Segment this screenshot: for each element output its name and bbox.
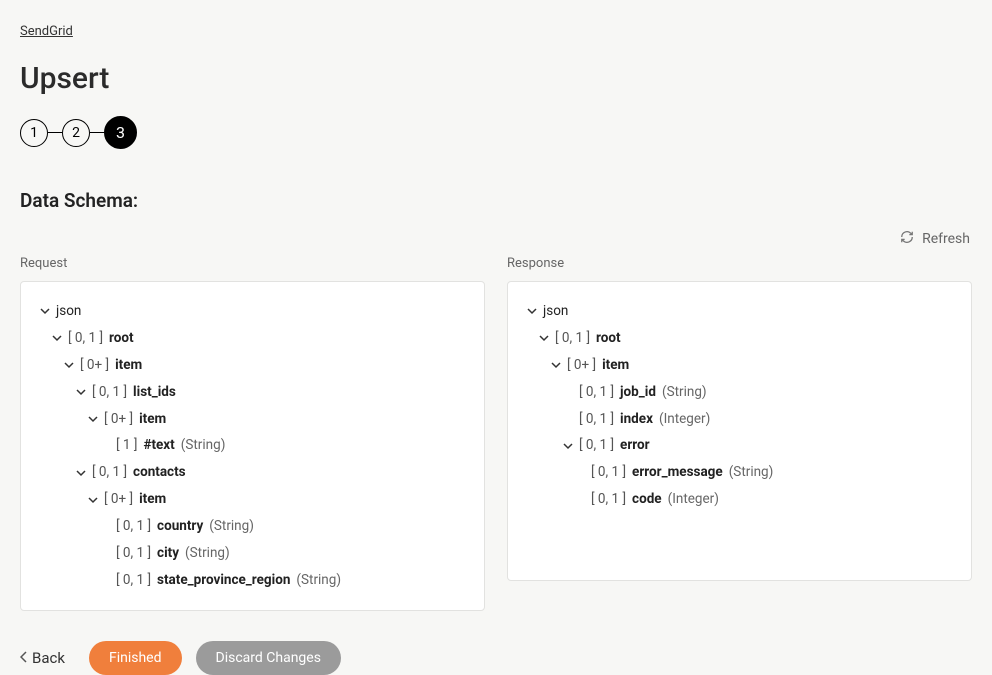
step-2[interactable]: 2 (62, 119, 90, 147)
chevron-down-icon[interactable] (562, 440, 573, 451)
chevron-down-icon[interactable] (526, 306, 537, 317)
tree-node[interactable]: [ 0, 1 ] code (Integer) (526, 486, 953, 513)
tree-node[interactable]: [ 0, 1 ] city (String) (39, 540, 466, 567)
chevron-down-icon[interactable] (538, 333, 549, 344)
chevron-down-icon[interactable] (87, 414, 98, 425)
tree-node[interactable]: [ 0, 1 ] root (526, 325, 953, 352)
tree-node[interactable]: json (526, 298, 953, 325)
tree-node[interactable]: [ 0, 1 ] job_id (String) (526, 379, 953, 406)
step-1[interactable]: 1 (20, 119, 48, 147)
finished-button[interactable]: Finished (89, 641, 182, 675)
tree-node[interactable]: [ 0+ ] item (39, 406, 466, 433)
request-panel: json [ 0, 1 ] root [ 0+ ] item [ 0, 1 ] … (20, 281, 485, 611)
chevron-down-icon[interactable] (75, 467, 86, 478)
tree-node[interactable]: [ 0, 1 ] root (39, 325, 466, 352)
chevron-down-icon[interactable] (63, 360, 74, 371)
chevron-down-icon[interactable] (550, 360, 561, 371)
tree-node[interactable]: [ 0, 1 ] error_message (String) (526, 459, 953, 486)
step-connector (90, 132, 104, 134)
tree-node[interactable]: [ 1 ] #text (String) (39, 432, 466, 459)
tree-node[interactable]: [ 0+ ] item (39, 486, 466, 513)
stepper: 1 2 3 (20, 116, 972, 149)
tree-node[interactable]: json (39, 298, 466, 325)
tree-node[interactable]: [ 0, 1 ] index (Integer) (526, 406, 953, 433)
tree-node[interactable]: [ 0+ ] item (526, 352, 953, 379)
step-connector (48, 132, 62, 134)
tree-node[interactable]: [ 0, 1 ] error (526, 432, 953, 459)
tree-node[interactable]: [ 0, 1 ] contacts (39, 459, 466, 486)
chevron-down-icon[interactable] (75, 387, 86, 398)
step-3[interactable]: 3 (104, 116, 137, 149)
response-panel: json [ 0, 1 ] root [ 0+ ] item [ 0, 1 ] … (507, 281, 972, 581)
tree-node[interactable]: [ 0, 1 ] list_ids (39, 379, 466, 406)
tree-node[interactable]: [ 0, 1 ] state_province_region (String) (39, 567, 466, 594)
chevron-down-icon[interactable] (39, 306, 50, 317)
chevron-down-icon[interactable] (87, 494, 98, 505)
page-title: Upsert (20, 61, 972, 96)
chevron-left-icon (20, 649, 28, 667)
tree-node[interactable]: [ 0, 1 ] country (String) (39, 513, 466, 540)
breadcrumb-link[interactable]: SendGrid (20, 24, 73, 39)
request-label: Request (20, 256, 485, 271)
tree-node[interactable]: [ 0+ ] item (39, 352, 466, 379)
response-label: Response (507, 256, 972, 271)
back-button[interactable]: Back (20, 649, 65, 667)
chevron-down-icon[interactable] (51, 333, 62, 344)
section-title: Data Schema: (20, 189, 972, 212)
discard-button[interactable]: Discard Changes (196, 641, 341, 675)
